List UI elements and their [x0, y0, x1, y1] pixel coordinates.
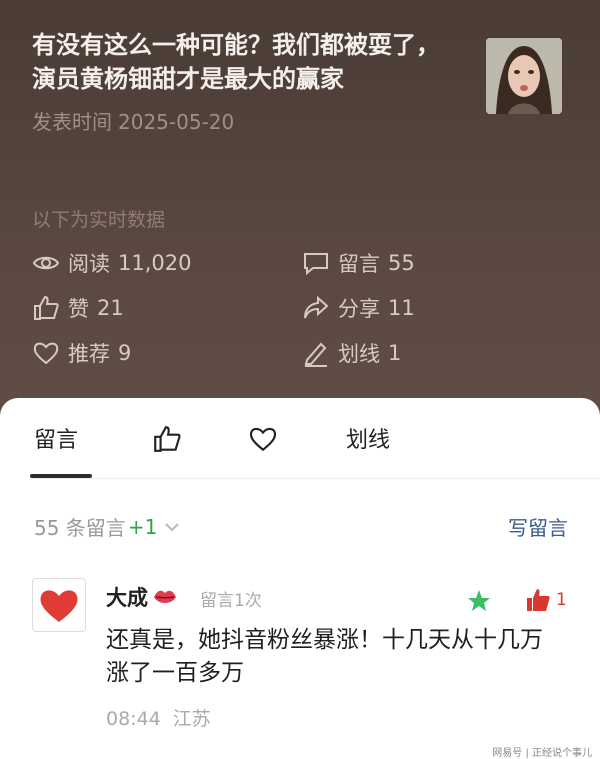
comment-time-location: 08:44 江苏	[106, 704, 211, 731]
tab-like-thumbs-up-icon[interactable]	[152, 424, 182, 454]
publish-label: 发表时间	[32, 110, 112, 134]
stat-shares-label: 分享	[338, 297, 380, 321]
stat-read: 阅读 11,020	[32, 248, 191, 278]
stat-recommend-label: 推荐	[68, 342, 110, 366]
new-comment-count: +1	[127, 514, 158, 539]
stat-comments-value: 55	[388, 251, 415, 275]
comment-text: 还真是，她抖音粉丝暴涨！十几天从十几万涨了一百多万	[106, 627, 543, 686]
comment-meta: 留言1次	[200, 591, 262, 611]
watermark: 网易号 | 正经说个事儿	[492, 748, 592, 759]
stat-highlight-value: 1	[388, 341, 402, 365]
stat-shares: 分享 11	[302, 293, 415, 323]
comment-author-name: 大成	[106, 586, 148, 610]
stat-likes-value: 21	[97, 296, 124, 320]
stat-shares-value: 11	[388, 296, 415, 320]
avatar[interactable]	[32, 578, 86, 632]
comment-count: 55 条留言	[34, 516, 126, 540]
comment-author[interactable]: 大成	[106, 582, 178, 612]
star-icon[interactable]	[466, 588, 492, 614]
share-icon	[304, 295, 329, 319]
comment-location: 江苏	[172, 708, 211, 730]
write-comment-button[interactable]: 写留言	[508, 512, 568, 541]
heart-avatar-icon	[40, 590, 78, 622]
comment-time: 08:44	[106, 708, 161, 730]
realtime-data-label: 以下为实时数据	[32, 209, 166, 231]
stat-likes: 赞 21	[32, 293, 124, 323]
article-title[interactable]: 有没有这么一种可能？我们都被耍了，演员黄杨钿甜才是最大的赢家	[32, 28, 462, 96]
thumbs-up-filled-icon	[527, 589, 550, 611]
pen-icon	[304, 342, 327, 367]
stat-read-label: 阅读	[68, 252, 110, 276]
tab-comments[interactable]: 留言	[34, 422, 78, 454]
stat-recommend-value: 9	[118, 341, 132, 365]
stat-likes-label: 赞	[68, 297, 89, 321]
eye-icon	[32, 256, 60, 270]
stat-recommend: 推荐 9	[32, 338, 131, 368]
article-stats-header: 有没有这么一种可能？我们都被耍了，演员黄杨钿甜才是最大的赢家 发表时间 2025-…	[0, 0, 600, 430]
chevron-down-icon	[165, 522, 180, 531]
tab-recommend-heart-icon[interactable]	[248, 424, 278, 454]
stat-highlight: 划线 1	[302, 338, 401, 368]
heart-icon	[33, 342, 59, 365]
publish-date: 2025-05-20	[118, 110, 235, 134]
lips-emoji-icon	[154, 590, 176, 603]
comment-icon	[304, 253, 328, 276]
tab-divider	[30, 478, 600, 479]
comment-count-toggle[interactable]: 55 条留言 +1	[34, 512, 181, 541]
stat-read-value: 11,020	[118, 251, 192, 275]
stat-highlight-label: 划线	[338, 342, 380, 366]
tab-highlight[interactable]: 划线	[346, 422, 390, 454]
comment-sheet: 留言 划线 55 条留言 +1 写留言 大成 留言1次 1 还真是，她抖音粉丝暴涨…	[0, 398, 600, 759]
tab-bar: 留言 划线	[0, 398, 600, 479]
publish-time: 发表时间 2025-05-20	[32, 106, 234, 135]
stat-comments: 留言 55	[302, 248, 415, 278]
thumbs-up-icon	[34, 295, 59, 320]
comment-like-count: 1	[556, 590, 567, 610]
stat-comments-label: 留言	[338, 252, 380, 276]
article-thumbnail[interactable]	[486, 38, 562, 114]
comment-like-button[interactable]: 1	[524, 586, 567, 614]
